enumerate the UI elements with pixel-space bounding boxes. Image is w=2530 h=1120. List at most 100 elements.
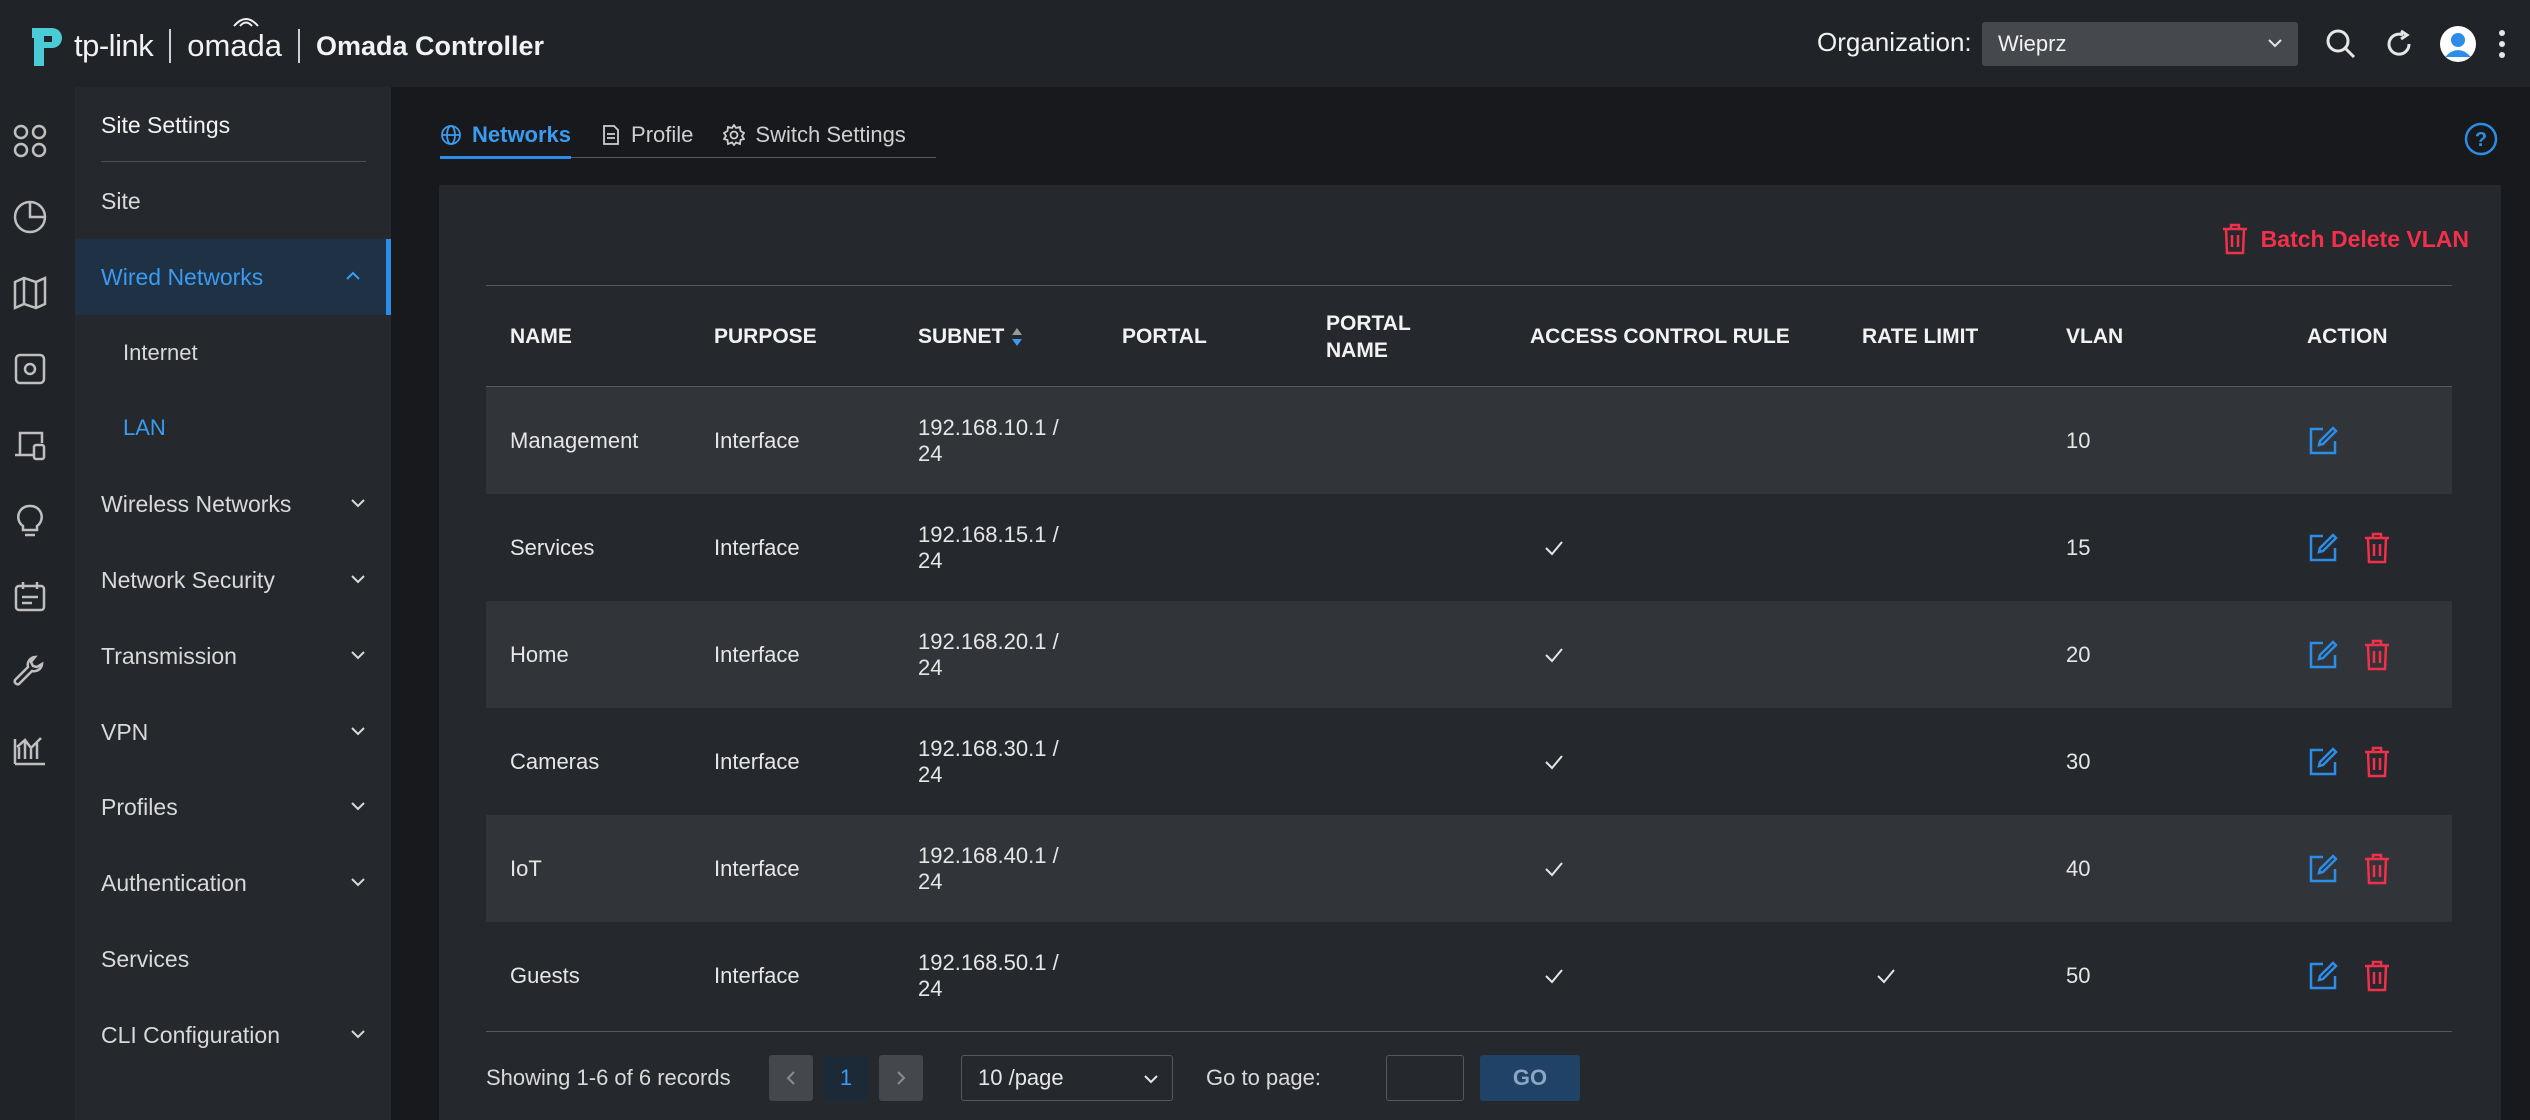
devices-icon[interactable] (12, 351, 48, 387)
sidebar-item-internet[interactable]: Internet (75, 315, 391, 391)
logs-icon[interactable] (12, 579, 48, 615)
chevron-down-icon (351, 499, 365, 508)
reports-icon[interactable] (12, 731, 48, 767)
tools-icon[interactable] (12, 655, 48, 691)
delete-icon[interactable] (2363, 494, 2391, 601)
edit-icon[interactable] (2307, 708, 2339, 815)
batch-delete-label: Batch Delete VLAN (2260, 225, 2469, 252)
cell-name: Home (510, 641, 569, 667)
sidebar-item-lan[interactable]: LAN (75, 390, 391, 466)
cell-name: Management (510, 427, 639, 453)
chevron-down-icon (2268, 39, 2282, 48)
edit-icon[interactable] (2307, 494, 2339, 601)
statistics-icon[interactable] (12, 199, 48, 235)
column-header-rate-limit: RATE LIMIT (1862, 286, 1978, 387)
brand-divider-2 (298, 29, 300, 63)
go-button[interactable]: GO (1480, 1055, 1580, 1101)
sidebar-item-network-security[interactable]: Network Security (75, 542, 391, 618)
cell-vlan: 30 (2066, 748, 2091, 774)
delete-icon[interactable] (2363, 815, 2391, 922)
column-label: VLAN (2066, 325, 2124, 348)
top-bar: tp-link omada Omada Controller Organizat… (0, 0, 2530, 87)
acl-check-icon (1544, 708, 1564, 815)
batch-delete-vlan-button[interactable]: Batch Delete VLAN (2221, 223, 2469, 255)
sidebar-item-transmission[interactable]: Transmission (75, 618, 391, 694)
help-icon[interactable]: ? (2464, 122, 2498, 156)
table-row: Cameras Interface 192.168.30.1 / 24 30 (486, 708, 2452, 815)
rate-limit-check-icon (1876, 922, 1896, 1029)
sidebar-item-label: Wired Networks (101, 263, 264, 290)
sidebar-item-authentication[interactable]: Authentication (75, 845, 391, 921)
edit-icon[interactable] (2307, 922, 2339, 1029)
sidebar-item-site[interactable]: Site (75, 163, 391, 239)
edit-icon[interactable] (2307, 601, 2339, 708)
tab-networks[interactable]: Networks (440, 112, 572, 159)
table-row: Services Interface 192.168.15.1 / 24 15 (486, 494, 2452, 601)
column-header-action: ACTION (2307, 286, 2388, 387)
cell-subnet: 192.168.30.1 / 24 (918, 735, 1059, 787)
next-page-button[interactable] (879, 1055, 923, 1101)
gear-icon (723, 124, 746, 146)
sidebar-title: Site Settings (101, 112, 231, 138)
sidebar-item-cli-configuration[interactable]: CLI Configuration (75, 997, 391, 1073)
cell-subnet: 192.168.40.1 / 24 (918, 842, 1059, 894)
delete-icon[interactable] (2363, 922, 2391, 1029)
sidebar-item-label: Network Security (101, 566, 275, 593)
sidebar-item-profiles[interactable]: Profiles (75, 769, 391, 845)
sidebar-item-wireless-networks[interactable]: Wireless Networks (75, 466, 391, 542)
brand-tplink: tp-link (74, 28, 154, 63)
tab-switch-settings[interactable]: Switch Settings (723, 112, 906, 158)
cell-purpose: Interface (714, 534, 800, 560)
cell-purpose: Interface (714, 641, 800, 667)
sidebar-item-label: CLI Configuration (101, 1021, 280, 1048)
sidebar-item-wired-networks[interactable]: Wired Networks (75, 239, 391, 315)
more-menu-icon[interactable] (2494, 25, 2510, 63)
column-label: NAME (510, 325, 572, 348)
sidebar-item-services[interactable]: Services (75, 921, 391, 997)
column-header-subnet[interactable]: SUBNET (918, 286, 1024, 387)
goto-page-input[interactable] (1386, 1055, 1464, 1101)
sidebar-item-label: LAN (123, 415, 166, 440)
column-label: RATE LIMIT (1862, 325, 1979, 348)
brand-omada-text: omada (187, 28, 282, 63)
chevron-down-icon (351, 575, 365, 584)
table-row: Management Interface 192.168.10.1 / 24 10 (486, 387, 2452, 494)
trash-icon (2222, 223, 2247, 255)
column-label: PORTAL NAME (1326, 311, 1411, 362)
cell-name: IoT (510, 855, 542, 881)
avatar-icon[interactable] (2439, 25, 2477, 63)
column-label: ACTION (2307, 325, 2388, 348)
search-icon[interactable] (2322, 25, 2360, 63)
refresh-icon[interactable] (2380, 25, 2418, 63)
insight-icon[interactable] (12, 503, 48, 539)
map-icon[interactable] (12, 275, 48, 311)
edit-icon[interactable] (2307, 387, 2339, 494)
table-row: Guests Interface 192.168.50.1 / 24 50 (486, 922, 2452, 1029)
cell-purpose: Interface (714, 427, 800, 453)
networks-panel: Batch Delete VLAN NAME PURPOSE SUBNET PO… (439, 185, 2501, 1120)
tplink-logo-icon (18, 20, 70, 72)
prev-page-button[interactable] (769, 1055, 813, 1101)
sort-icon[interactable] (1010, 326, 1024, 348)
sidebar-item-label: Wireless Networks (101, 490, 292, 517)
pagination: Showing 1-6 of 6 records 1 10 /page Go t… (486, 1055, 2452, 1101)
page-size-select[interactable]: 10 /page (961, 1055, 1173, 1101)
column-header-name: NAME (510, 286, 572, 387)
chevron-down-icon (351, 878, 365, 887)
acl-check-icon (1544, 815, 1564, 922)
column-label: PURPOSE (714, 325, 817, 348)
delete-icon[interactable] (2363, 708, 2391, 815)
dashboard-icon[interactable] (12, 123, 48, 159)
chevron-left-icon (786, 1071, 795, 1085)
organization-select[interactable]: Wieprz (1982, 22, 2298, 66)
cell-purpose: Interface (714, 748, 800, 774)
edit-icon[interactable] (2307, 815, 2339, 922)
product-title: Omada Controller (316, 30, 545, 61)
cell-subnet: 192.168.10.1 / 24 (918, 414, 1059, 466)
page-number-button[interactable]: 1 (824, 1055, 868, 1101)
tab-label: Networks (472, 122, 572, 147)
delete-icon[interactable] (2363, 601, 2391, 708)
tab-profile[interactable]: Profile (601, 112, 693, 158)
sidebar-item-vpn[interactable]: VPN (75, 694, 391, 770)
clients-icon[interactable] (12, 427, 48, 463)
